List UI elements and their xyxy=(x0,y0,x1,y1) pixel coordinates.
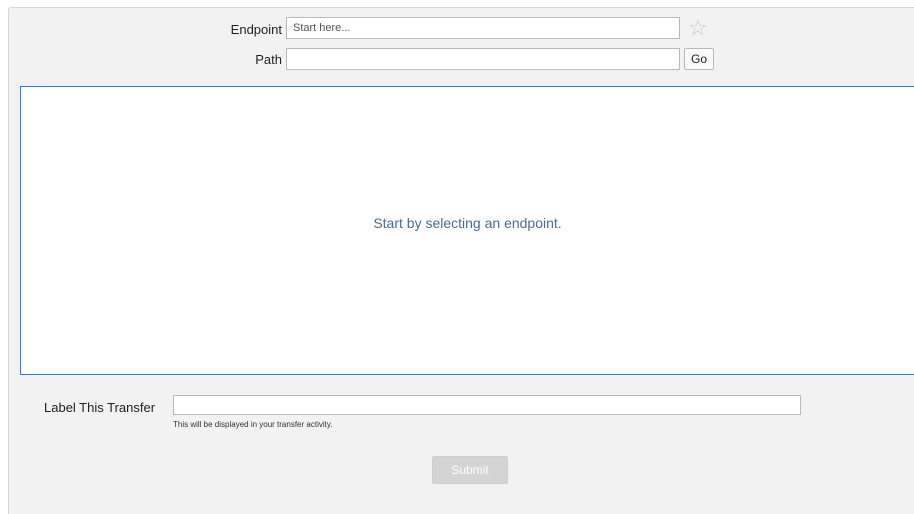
go-button[interactable]: Go xyxy=(684,48,714,70)
transfer-label-title: Label This Transfer xyxy=(44,400,156,415)
endpoint-input[interactable] xyxy=(286,17,680,39)
path-label: Path xyxy=(255,52,282,67)
file-browser-pane[interactable]: Start by selecting an endpoint. xyxy=(20,86,914,375)
transfer-label-help: This will be displayed in your transfer … xyxy=(173,420,333,429)
empty-state-message: Start by selecting an endpoint. xyxy=(373,215,562,231)
transfer-label-input[interactable] xyxy=(173,395,801,415)
path-input[interactable] xyxy=(286,48,680,70)
submit-button[interactable]: Submit xyxy=(432,456,508,484)
endpoint-label: Endpoint xyxy=(230,22,282,37)
star-outline-icon[interactable]: ☆ xyxy=(688,17,708,39)
